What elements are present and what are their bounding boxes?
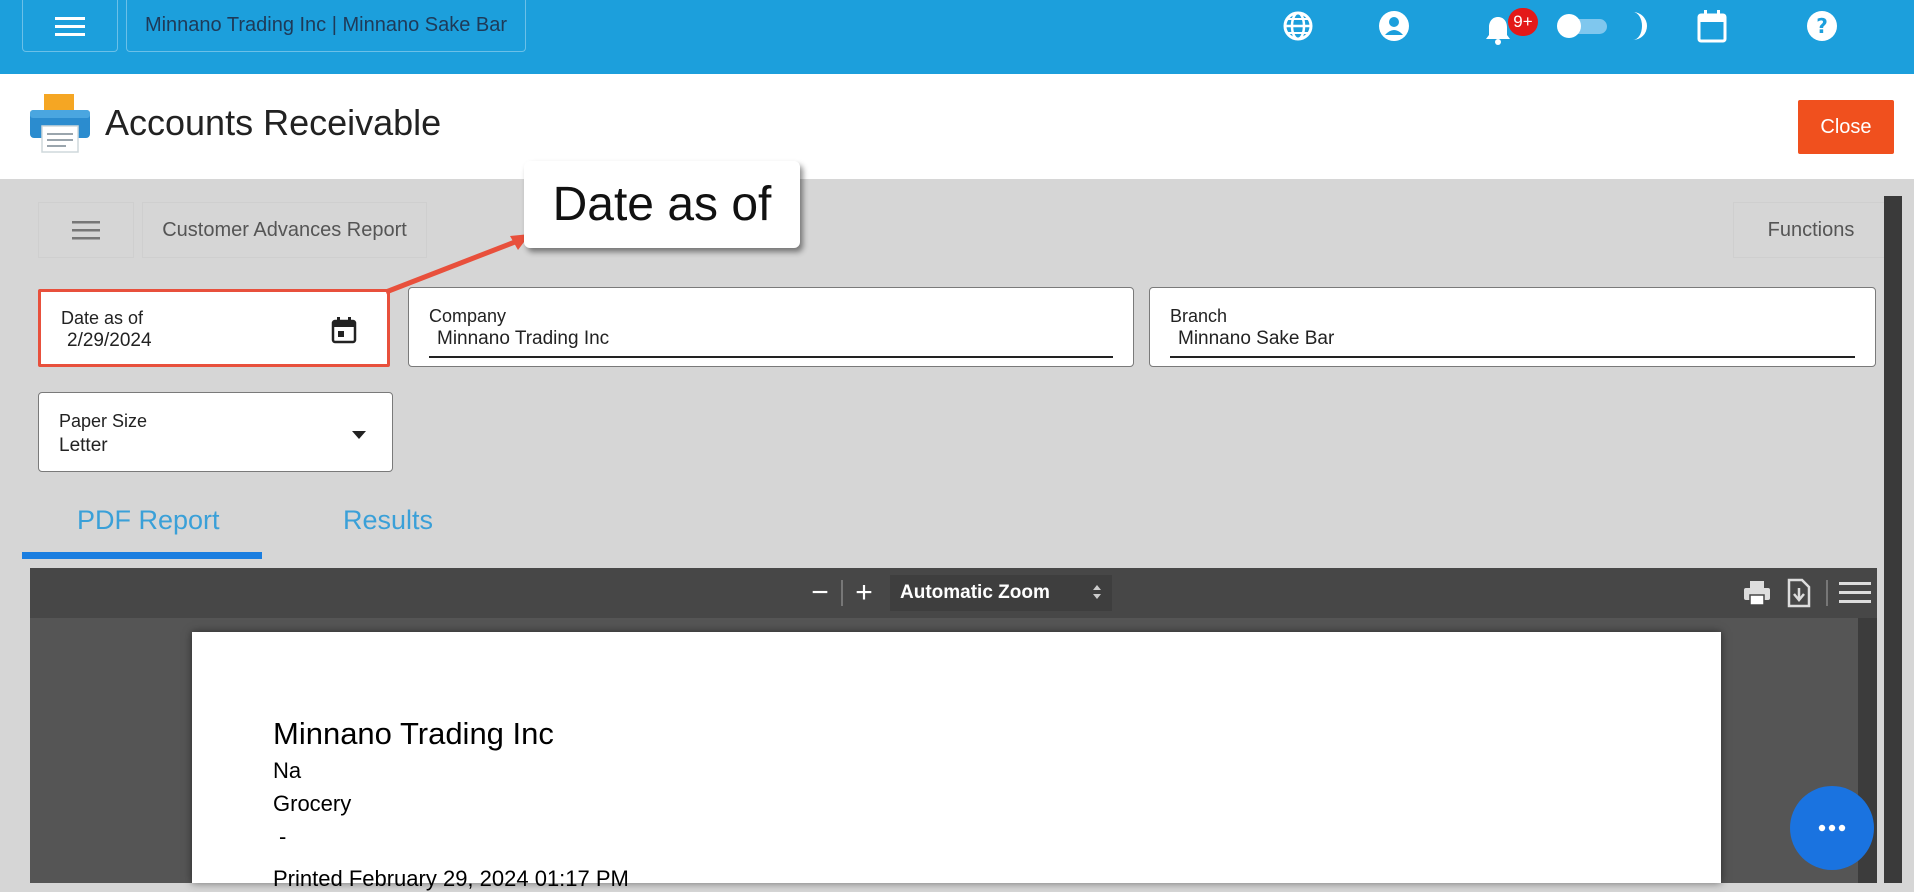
tab-pdf-report[interactable]: PDF Report bbox=[77, 505, 220, 536]
globe-icon[interactable] bbox=[1280, 8, 1316, 44]
branch-value: Minnano Sake Bar bbox=[1178, 328, 1335, 349]
branch-label: Branch bbox=[1170, 306, 1228, 326]
date-as-of-value: 2/29/2024 bbox=[67, 330, 152, 351]
callout-date-as-of: Date as of bbox=[524, 161, 800, 248]
branch-field[interactable]: Branch Minnano Sake Bar bbox=[1149, 287, 1876, 367]
date-as-of-label: Date as of bbox=[61, 308, 144, 328]
report-menu-button[interactable] bbox=[38, 202, 134, 258]
pdf-page: Minnano Trading Inc Na Grocery - Printed… bbox=[192, 632, 1721, 891]
paper-size-label: Paper Size bbox=[59, 411, 148, 431]
paper-size-value: Letter bbox=[59, 435, 108, 456]
help-icon[interactable]: ? bbox=[1804, 8, 1840, 44]
page-title: Accounts Receivable bbox=[105, 102, 442, 143]
company-value: Minnano Trading Inc bbox=[437, 328, 610, 349]
tools-menu-icon[interactable] bbox=[1839, 580, 1871, 611]
pdf-company-name: Minnano Trading Inc bbox=[273, 716, 554, 751]
paper-size-select[interactable]: Paper Size Letter bbox=[38, 392, 393, 472]
company-field[interactable]: Company Minnano Trading Inc bbox=[408, 287, 1134, 367]
toolbar-separator bbox=[1826, 580, 1828, 606]
svg-text:?: ? bbox=[1816, 14, 1828, 38]
download-icon[interactable] bbox=[1786, 578, 1812, 613]
branch-underline bbox=[1170, 356, 1855, 358]
more-dots-icon bbox=[1818, 824, 1846, 832]
moon-icon bbox=[1620, 8, 1656, 44]
zoom-value: Automatic Zoom bbox=[900, 582, 1050, 603]
date-as-of-field[interactable]: Date as of 2/29/2024 bbox=[38, 289, 390, 367]
tenant-selector[interactable]: Minnano Trading Inc | Minnano Sake Bar bbox=[126, 0, 526, 52]
pdf-line-2: Grocery bbox=[273, 791, 352, 816]
page-scrollbar[interactable] bbox=[1884, 196, 1902, 883]
calendar-icon[interactable] bbox=[1694, 8, 1730, 44]
zoom-select[interactable]: Automatic Zoom bbox=[890, 575, 1112, 611]
pdf-printed-date: Printed February 29, 2024 01:17 PM bbox=[273, 866, 629, 891]
company-label: Company bbox=[429, 306, 507, 326]
dark-mode-toggle[interactable] bbox=[1555, 12, 1609, 40]
more-actions-button[interactable] bbox=[1790, 786, 1874, 870]
notification-badge: 9+ bbox=[1508, 8, 1538, 36]
functions-button[interactable]: Functions bbox=[1733, 202, 1889, 258]
account-icon[interactable] bbox=[1376, 8, 1412, 44]
company-underline bbox=[429, 356, 1113, 358]
toolbar-separator bbox=[841, 580, 843, 606]
zoom-out-button[interactable]: − bbox=[808, 576, 832, 610]
printer-icon bbox=[28, 92, 92, 154]
calendar-picker-icon[interactable] bbox=[331, 316, 357, 349]
tenant-label: Minnano Trading Inc | Minnano Sake Bar bbox=[144, 14, 508, 36]
callout-arrow bbox=[385, 234, 530, 295]
main-menu-button[interactable] bbox=[22, 0, 118, 52]
active-tab-indicator bbox=[22, 552, 262, 559]
menu-icon bbox=[72, 221, 100, 240]
zoom-in-button[interactable]: + bbox=[852, 576, 876, 610]
close-button[interactable]: Close bbox=[1798, 100, 1894, 154]
pdf-line-3: - bbox=[279, 824, 287, 849]
chevron-down-icon bbox=[351, 427, 367, 445]
select-arrows-icon bbox=[1092, 583, 1102, 607]
tab-results[interactable]: Results bbox=[343, 505, 433, 536]
menu-icon bbox=[55, 16, 85, 36]
print-icon[interactable] bbox=[1742, 578, 1772, 613]
pdf-line-1: Na bbox=[273, 758, 302, 783]
